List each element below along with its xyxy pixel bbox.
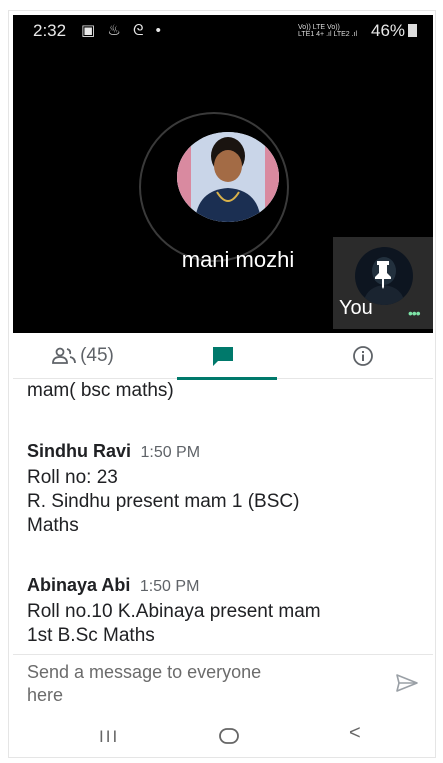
- tab-info[interactable]: [293, 333, 433, 379]
- more-options-icon[interactable]: •••: [408, 305, 421, 321]
- battery-icon: [408, 24, 418, 37]
- message-text: R. Sindhu present mam 1 (BSC): [27, 491, 300, 512]
- tab-bar: (45): [13, 333, 433, 380]
- message-text: 1st B.Sc Maths: [27, 625, 155, 646]
- chat-message: Abinaya Abi 1:50 PM Roll no.10 K.Abinaya…: [27, 575, 427, 648]
- signal-indicator: Vo)) LTE Vo)) LTE1 4+ .ıl LTE2 .ıl: [298, 24, 358, 38]
- system-nav-bar: III <: [13, 717, 433, 757]
- status-time: 2:32: [33, 21, 67, 40]
- battery-indicator: 46%: [371, 21, 418, 41]
- message-text: Roll no: 23: [27, 467, 118, 488]
- message-text: Roll no.10 K.Abinaya present mam: [27, 601, 321, 622]
- message-time: 1:50 PM: [139, 578, 200, 595]
- status-bar: 2:32 ▣ ♨ ᘓ • Vo)) LTE Vo)) LTE1 4+ .ıl L…: [13, 15, 433, 47]
- phone-screen: 2:32 ▣ ♨ ᘓ • Vo)) LTE Vo)) LTE1 4+ .ıl L…: [8, 10, 436, 758]
- message-continuation: mam( bsc maths): [27, 380, 174, 401]
- video-area: 2:32 ▣ ♨ ᘓ • Vo)) LTE Vo)) LTE1 4+ .ıl L…: [13, 15, 433, 333]
- speaker-avatar: [177, 132, 279, 222]
- message-input[interactable]: Send a message to everyone here: [27, 661, 347, 707]
- tab-chat[interactable]: [153, 333, 293, 380]
- back-button[interactable]: <: [349, 722, 361, 745]
- recents-button[interactable]: III: [99, 727, 119, 747]
- chat-messages[interactable]: mam( bsc maths) Sindhu Ravi 1:50 PM Roll…: [13, 379, 433, 654]
- message-sender: Abinaya Abi: [27, 575, 131, 595]
- message-text: Maths: [27, 515, 79, 536]
- home-button[interactable]: [218, 727, 240, 751]
- tab-people[interactable]: (45): [13, 333, 153, 379]
- self-label: You: [339, 297, 373, 319]
- send-icon[interactable]: [395, 673, 419, 693]
- message-compose: Send a message to everyone here: [13, 654, 433, 712]
- message-sender: Sindhu Ravi: [27, 441, 132, 461]
- message-time: 1:50 PM: [140, 444, 201, 461]
- notification-icons: ▣ ♨ ᘓ •: [81, 22, 165, 39]
- self-video-tile[interactable]: You •••: [333, 237, 433, 329]
- chat-icon: [213, 347, 233, 366]
- people-icon: [52, 347, 76, 364]
- pin-icon[interactable]: [353, 253, 413, 293]
- people-count: (45): [80, 345, 114, 366]
- home-icon: [219, 728, 239, 744]
- info-icon: [353, 346, 373, 366]
- chat-message: Sindhu Ravi 1:50 PM Roll no: 23 R. Sindh…: [27, 441, 427, 538]
